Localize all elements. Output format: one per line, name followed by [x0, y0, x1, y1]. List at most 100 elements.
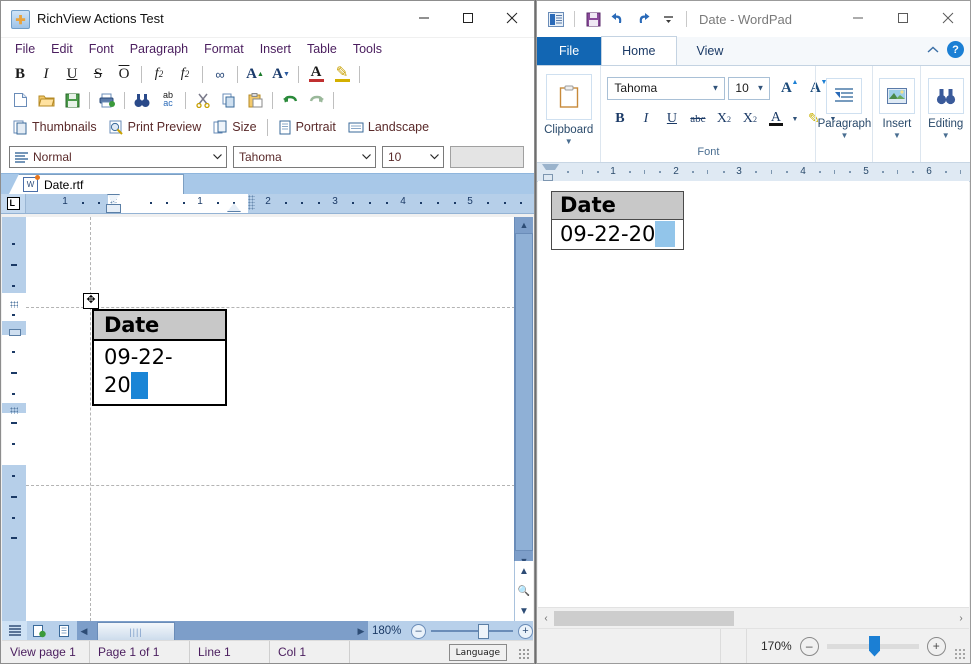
close-button[interactable] [925, 1, 970, 35]
redo-icon[interactable] [632, 8, 654, 30]
grow-font-icon[interactable]: A ▲ [773, 76, 799, 100]
portrait-button[interactable]: Portrait [272, 118, 342, 137]
richview-page[interactable]: ✥ Date 09-22- 20 [26, 217, 515, 621]
insert-dropdown-icon[interactable]: ▼ [893, 131, 901, 140]
table-header-cell[interactable]: Date [552, 192, 683, 220]
browse-object-icon[interactable]: 🔍 [518, 586, 530, 597]
menu-format[interactable]: Format [196, 40, 252, 58]
tab-home[interactable]: Home [601, 36, 677, 65]
bold-icon[interactable]: B [7, 62, 33, 86]
richview-horizontal-ruler[interactable]: L 1 1 2 3 4 5 6 [1, 194, 534, 214]
zoom-slider-track[interactable] [826, 635, 919, 657]
scroll-left-arrow-icon[interactable]: ‹ [538, 608, 554, 629]
tab-stop-selector[interactable]: L [1, 194, 26, 213]
left-indent-marker[interactable] [106, 204, 121, 213]
hyperlink-icon[interactable]: ∞ [207, 62, 233, 86]
italic-icon[interactable]: I [33, 62, 59, 86]
menu-file[interactable]: File [7, 40, 43, 58]
zoom-out-button[interactable]: – [411, 623, 426, 639]
undo-icon[interactable] [277, 88, 303, 112]
underline-icon[interactable]: U [59, 62, 85, 86]
tab-file[interactable]: File [537, 37, 602, 65]
hscrollbar-thumb[interactable]: |||| [97, 622, 175, 641]
chevron-down-icon[interactable] [425, 147, 443, 167]
redo-icon[interactable] [303, 88, 329, 112]
size-button[interactable]: Size [207, 118, 262, 137]
subscript-icon[interactable]: f2 [146, 62, 172, 86]
next-page-icon[interactable]: ▼ [519, 606, 529, 617]
chevron-down-icon[interactable] [208, 147, 226, 167]
scroll-right-arrow-icon[interactable]: ▶ [354, 621, 368, 641]
open-file-icon[interactable] [33, 88, 59, 112]
chevron-down-icon[interactable] [357, 147, 375, 167]
subscript-icon[interactable]: X2 [711, 107, 736, 131]
font-size-combo[interactable]: 10 ▼ [728, 76, 771, 100]
paragraph-dropdown-icon[interactable]: ▼ [840, 131, 848, 140]
collapse-ribbon-icon[interactable] [927, 43, 939, 57]
scroll-up-arrow-icon[interactable]: ▲ [515, 217, 533, 233]
font-name-combo[interactable]: Tahoma [233, 146, 376, 168]
menu-font[interactable]: Font [81, 40, 122, 58]
maximize-button[interactable] [880, 1, 925, 35]
view-normal-button[interactable] [2, 621, 27, 641]
font-family-combo[interactable]: Tahoma ▼ [607, 76, 726, 100]
minimize-button[interactable] [402, 1, 446, 35]
wordpad-zoom-control[interactable]: 170% – + [747, 635, 969, 657]
help-icon[interactable]: ? [947, 41, 964, 58]
clipboard-dropdown-icon[interactable]: ▼ [565, 137, 573, 146]
find-icon[interactable] [129, 88, 155, 112]
menu-tools[interactable]: Tools [345, 40, 390, 58]
find-icon[interactable] [927, 78, 964, 114]
wordpad-table[interactable]: Date 09-22-20 [551, 191, 684, 250]
copy-icon[interactable] [216, 88, 242, 112]
ruler-track[interactable]: 1 1 2 3 4 5 6 [26, 194, 534, 213]
picture-icon[interactable] [878, 78, 915, 114]
print-icon[interactable] [94, 88, 120, 112]
richview-vertical-ruler[interactable] [2, 217, 26, 621]
superscript-icon[interactable]: f2 [172, 62, 198, 86]
menu-edit[interactable]: Edit [43, 40, 81, 58]
new-document-icon[interactable] [7, 88, 33, 112]
menu-paragraph[interactable]: Paragraph [122, 40, 196, 58]
wordpad-document[interactable]: Date 09-22-20 [538, 181, 969, 607]
menu-insert[interactable]: Insert [252, 40, 299, 58]
undo-icon[interactable] [607, 8, 629, 30]
underline-icon[interactable]: U [659, 107, 684, 131]
zoom-in-button[interactable]: + [518, 623, 533, 639]
zoom-slider-thumb[interactable] [477, 623, 489, 639]
tab-view[interactable]: View [677, 37, 744, 65]
document-tab-date-rtf[interactable]: W Date.rtf [9, 174, 184, 194]
text-color-icon[interactable]: A [763, 107, 788, 131]
wordpad-horizontal-scrollbar[interactable]: ‹ › [538, 607, 969, 629]
view-weblayout-button[interactable] [27, 621, 52, 641]
scroll-left-arrow-icon[interactable]: ◀ [77, 621, 91, 641]
strikethrough-icon[interactable]: S [85, 62, 111, 86]
scrollbar-thumb[interactable] [515, 233, 533, 551]
clipboard-icon[interactable] [545, 74, 592, 120]
maximize-button[interactable] [446, 1, 490, 35]
table-data-cell[interactable]: 09-22- 20 [94, 341, 225, 404]
table-move-handle-icon[interactable]: ✥ [83, 293, 99, 309]
scroll-right-arrow-icon[interactable]: › [953, 608, 969, 629]
italic-icon[interactable]: I [633, 107, 658, 131]
highlight-color-icon[interactable]: ✎ [329, 62, 355, 86]
customize-qat-icon[interactable] [657, 8, 679, 30]
overline-icon[interactable]: O [111, 62, 137, 86]
richview-zoom-control[interactable]: 180% – + [368, 621, 533, 641]
cut-icon[interactable] [190, 88, 216, 112]
shrink-font-icon[interactable]: A ▼ [268, 62, 294, 86]
status-language-button[interactable]: Language [448, 644, 507, 661]
editor-horizontal-scrollbar[interactable]: ◀ |||| ▶ [77, 621, 368, 641]
previous-page-icon[interactable]: ▲ [519, 566, 529, 577]
paragraph-style-combo[interactable]: Normal [9, 146, 227, 168]
thumbnails-button[interactable]: Thumbnails [7, 118, 103, 137]
table-data-cell[interactable]: 09-22-20 [552, 220, 683, 249]
paragraph-icon[interactable] [826, 78, 863, 114]
close-button[interactable] [490, 1, 534, 35]
wordpad-ruler[interactable]: 1 2 3 4 5 6 [537, 163, 970, 182]
save-file-icon[interactable] [59, 88, 85, 112]
resize-grip[interactable] [518, 648, 530, 660]
minimize-button[interactable] [835, 1, 880, 35]
richview-editor-area[interactable]: ✥ Date 09-22- 20 ▲ ▼ ▲ 🔍 ▼ [2, 217, 533, 621]
hscrollbar-thumb[interactable] [554, 611, 734, 626]
